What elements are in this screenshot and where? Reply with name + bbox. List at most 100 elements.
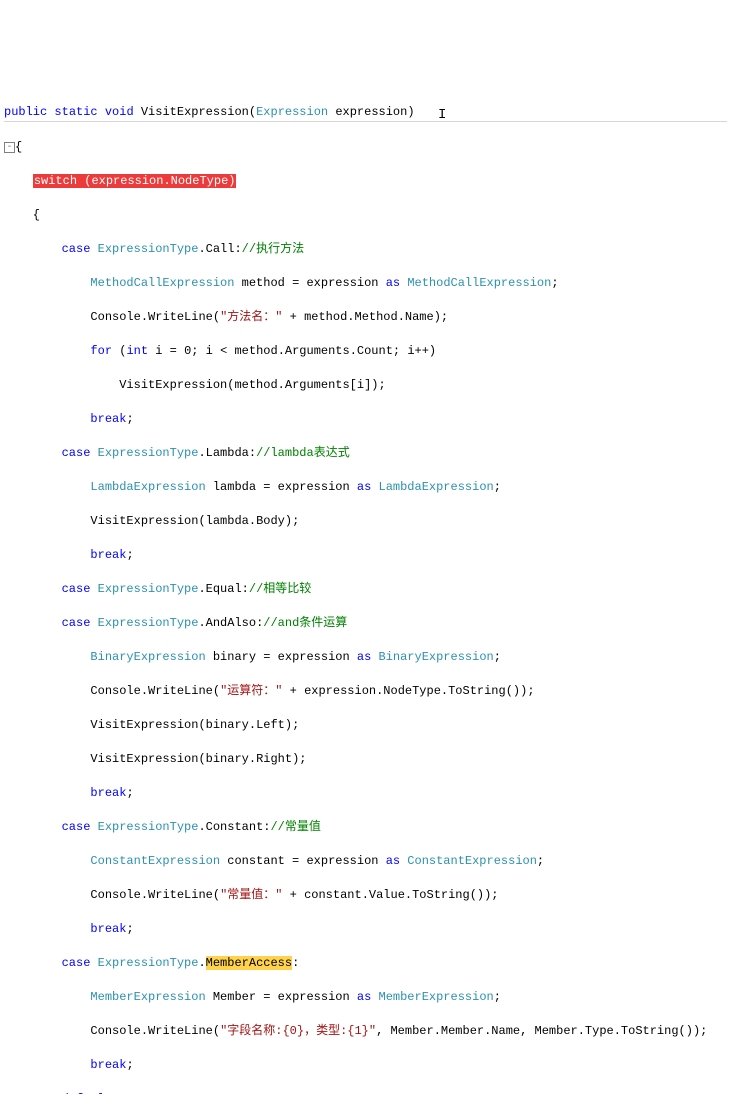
type-name: MethodCallExpression xyxy=(407,276,551,290)
comment: //执行方法 xyxy=(242,242,304,256)
variable: i xyxy=(155,344,162,358)
code-line[interactable]: BinaryExpression binary = expression as … xyxy=(4,649,727,666)
comment: //常量值 xyxy=(270,820,320,834)
code-line[interactable]: case ExpressionType.MemberAccess: xyxy=(4,955,727,972)
keyword-void: void xyxy=(105,105,134,119)
code-line[interactable]: case ExpressionType.Constant://常量值 xyxy=(4,819,727,836)
code-editor[interactable]: I public static void VisitExpression(Exp… xyxy=(4,70,727,1094)
keyword-as: as xyxy=(386,276,400,290)
code-line[interactable]: Console.WriteLine("运算符：" + expression.No… xyxy=(4,683,727,700)
type-name: LambdaExpression xyxy=(379,480,494,494)
keyword-break: break xyxy=(90,412,126,426)
code-line[interactable]: Console.WriteLine("方法名：" + method.Method… xyxy=(4,309,727,326)
code-line[interactable]: break; xyxy=(4,1057,727,1074)
argument: lambda.Body xyxy=(206,514,285,528)
argument: binary.Right xyxy=(206,752,292,766)
code-line[interactable]: break; xyxy=(4,547,727,564)
method-name: VisitExpression xyxy=(141,105,249,119)
code-line[interactable]: switch (expression.NodeType) xyxy=(4,173,727,190)
method-call: VisitExpression xyxy=(90,718,198,732)
code-line[interactable]: public static void VisitExpression(Expre… xyxy=(4,104,727,122)
keyword-int: int xyxy=(126,344,148,358)
method-call: VisitExpression xyxy=(90,752,198,766)
member-access: method.Method.Name xyxy=(304,310,434,324)
code-line[interactable]: break; xyxy=(4,921,727,938)
type-name: MemberExpression xyxy=(379,990,494,1004)
code-line[interactable]: Console.WriteLine("字段名称:{0}，类型:{1}", Mem… xyxy=(4,1023,727,1040)
enum-type: ExpressionType xyxy=(98,956,199,970)
type-name: ConstantExpression xyxy=(407,854,537,868)
variable: expression xyxy=(306,276,378,290)
member-access: method.Arguments.Count xyxy=(234,344,392,358)
keyword-case: case xyxy=(62,582,91,596)
code-line[interactable]: MemberExpression Member = expression as … xyxy=(4,989,727,1006)
code-line[interactable]: break; xyxy=(4,411,727,428)
method-call: WriteLine xyxy=(148,888,213,902)
variable: binary xyxy=(213,650,256,664)
code-line[interactable]: -{ xyxy=(4,139,727,156)
enum-type: ExpressionType xyxy=(98,446,199,460)
enum-member: AndAlso xyxy=(206,616,256,630)
enum-member: Equal xyxy=(206,582,242,596)
param-type: Expression xyxy=(256,105,328,119)
keyword-as: as xyxy=(357,650,371,664)
member-access: expression.NodeType.ToString() xyxy=(304,684,520,698)
code-line[interactable]: case ExpressionType.Lambda://lambda表达式 xyxy=(4,445,727,462)
argument: binary.Left xyxy=(206,718,285,732)
code-line[interactable]: for (int i = 0; i < method.Arguments.Cou… xyxy=(4,343,727,360)
collapse-icon[interactable]: - xyxy=(4,142,15,153)
variable: expression xyxy=(278,990,350,1004)
code-line[interactable]: case ExpressionType.Equal://相等比较 xyxy=(4,581,727,598)
type-name: MemberExpression xyxy=(90,990,205,1004)
keyword-as: as xyxy=(357,990,371,1004)
code-line[interactable]: { xyxy=(4,207,727,224)
keyword-break: break xyxy=(90,786,126,800)
code-line[interactable]: VisitExpression(binary.Left); xyxy=(4,717,727,734)
method-call: WriteLine xyxy=(148,1024,213,1038)
method-call: WriteLine xyxy=(148,684,213,698)
method-call: WriteLine xyxy=(148,310,213,324)
keyword-as: as xyxy=(357,480,371,494)
code-line[interactable]: ConstantExpression constant = expression… xyxy=(4,853,727,870)
code-line[interactable]: MethodCallExpression method = expression… xyxy=(4,275,727,292)
keyword-static: static xyxy=(54,105,97,119)
literal: 0 xyxy=(184,344,191,358)
keyword-break: break xyxy=(90,548,126,562)
variable: expression xyxy=(278,650,350,664)
enum-member: Lambda xyxy=(206,446,249,460)
enum-type: ExpressionType xyxy=(98,820,199,834)
code-line[interactable]: break; xyxy=(4,785,727,802)
comment: //相等比较 xyxy=(249,582,311,596)
class-name: Console xyxy=(90,1024,140,1038)
code-line[interactable]: LambdaExpression lambda = expression as … xyxy=(4,479,727,496)
type-name: LambdaExpression xyxy=(90,480,205,494)
argument: Member.Member.Name xyxy=(390,1024,520,1038)
switch-highlight: switch (expression.NodeType) xyxy=(33,174,237,188)
keyword-default: default xyxy=(62,1092,112,1094)
variable: lambda xyxy=(213,480,256,494)
code-line[interactable]: case ExpressionType.Call://执行方法 xyxy=(4,241,727,258)
method-call: VisitExpression xyxy=(119,378,227,392)
code-line[interactable]: VisitExpression(lambda.Body); xyxy=(4,513,727,530)
enum-member-highlighted: MemberAccess xyxy=(206,956,292,970)
keyword-case: case xyxy=(62,956,91,970)
variable: method xyxy=(242,276,285,290)
keyword-case: case xyxy=(62,242,91,256)
enum-member: Call xyxy=(206,242,235,256)
variable: i xyxy=(407,344,414,358)
member-access: constant.Value.ToString() xyxy=(304,888,484,902)
string-literal: "常量值：" xyxy=(220,888,282,902)
code-line[interactable]: default: xyxy=(4,1091,727,1094)
string-literal: "字段名称:{0}，类型:{1}" xyxy=(220,1024,376,1038)
enum-type: ExpressionType xyxy=(98,582,199,596)
keyword-break: break xyxy=(90,922,126,936)
variable: expression xyxy=(278,480,350,494)
code-line[interactable]: VisitExpression(binary.Right); xyxy=(4,751,727,768)
code-line[interactable]: case ExpressionType.AndAlso://and条件运算 xyxy=(4,615,727,632)
code-line[interactable]: VisitExpression(method.Arguments[i]); xyxy=(4,377,727,394)
type-name: MethodCallExpression xyxy=(90,276,234,290)
code-line[interactable]: Console.WriteLine("常量值：" + constant.Valu… xyxy=(4,887,727,904)
string-literal: "方法名：" xyxy=(220,310,282,324)
type-name: BinaryExpression xyxy=(379,650,494,664)
variable: expression xyxy=(306,854,378,868)
